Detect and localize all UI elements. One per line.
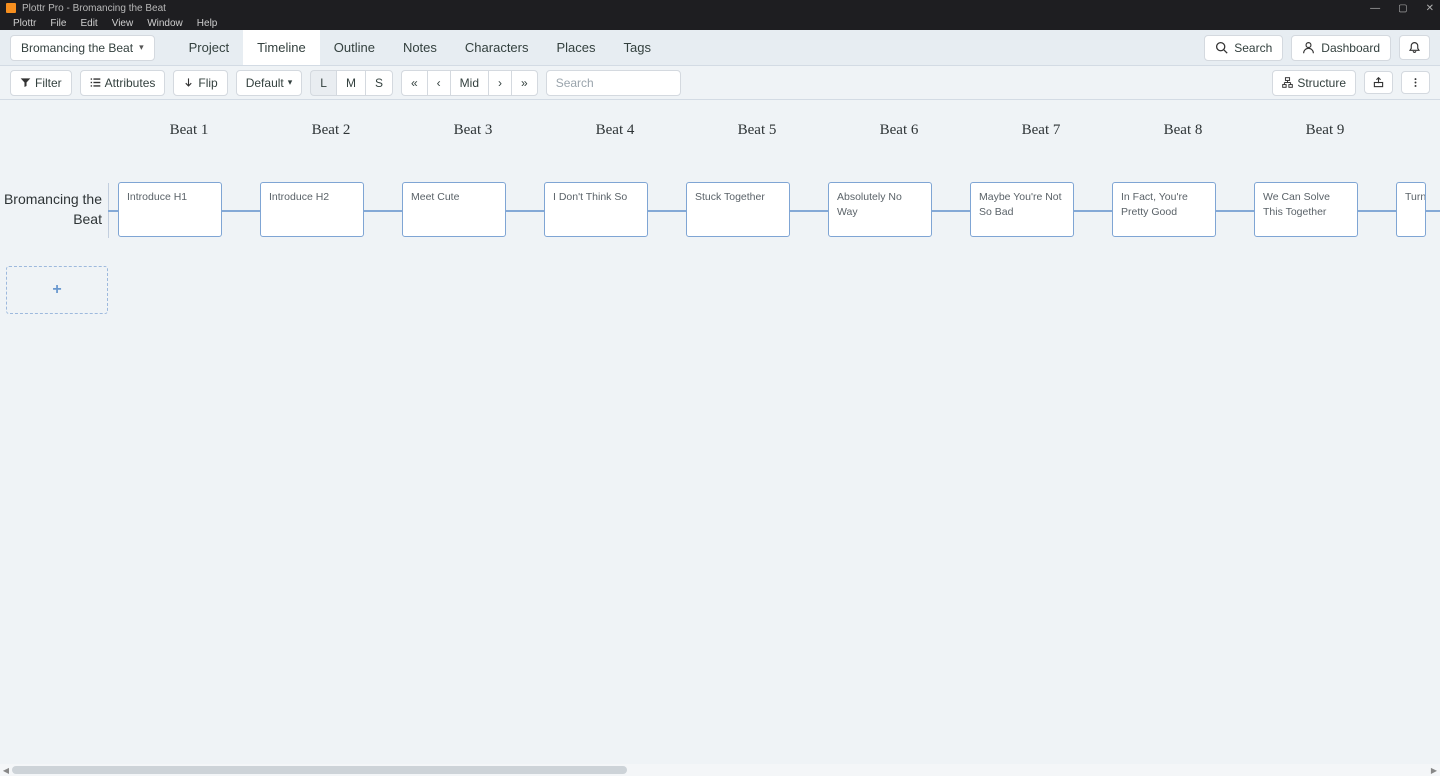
list-icon: [90, 77, 101, 88]
beat-header[interactable]: Beat 8: [1112, 122, 1254, 139]
export-button[interactable]: [1364, 71, 1393, 94]
beat-header[interactable]: Beat 3: [402, 122, 544, 139]
beat-header[interactable]: Beat 5: [686, 122, 828, 139]
beat-header[interactable]: Beat 1: [118, 122, 260, 139]
tab-notes[interactable]: Notes: [389, 30, 451, 65]
caret-down-icon: ▾: [139, 42, 144, 53]
dashboard-button-label: Dashboard: [1321, 41, 1380, 55]
zoom-large[interactable]: L: [310, 70, 336, 96]
scene-card[interactable]: Meet Cute: [402, 182, 506, 237]
tab-outline[interactable]: Outline: [320, 30, 389, 65]
timeline-toolbar: Filter Attributes Flip Default ▾ L M S «…: [0, 66, 1440, 100]
scene-card[interactable]: Introduce H1: [118, 182, 222, 237]
zoom-group: L M S: [310, 70, 393, 96]
structure-button[interactable]: Structure: [1272, 70, 1356, 96]
beat-header[interactable]: Beat 2: [260, 122, 402, 139]
scene-card[interactable]: Stuck Together: [686, 182, 790, 237]
attributes-label: Attributes: [105, 76, 156, 90]
nav-group: « ‹ Mid › »: [401, 70, 538, 96]
nav-last[interactable]: »: [511, 70, 538, 96]
nav-first[interactable]: «: [401, 70, 427, 96]
cards-row: Introduce H1 Introduce H2 Meet Cute I Do…: [118, 182, 1440, 237]
beat-header[interactable]: Beat 4: [544, 122, 686, 139]
nav-tabs: Project Timeline Outline Notes Character…: [175, 30, 665, 65]
menu-edit[interactable]: Edit: [73, 18, 104, 29]
scene-card[interactable]: Absolutely No Way: [828, 182, 932, 237]
structure-label: Structure: [1297, 76, 1346, 90]
flip-button[interactable]: Flip: [173, 70, 227, 96]
search-icon: [1215, 41, 1228, 54]
menu-view[interactable]: View: [105, 18, 141, 29]
dashboard-button[interactable]: Dashboard: [1291, 35, 1391, 61]
close-button[interactable]: ✕: [1426, 3, 1434, 14]
filter-icon: [20, 77, 31, 88]
timeline-canvas[interactable]: Beat 1 Beat 2 Beat 3 Beat 4 Beat 5 Beat …: [0, 100, 1440, 776]
menu-window[interactable]: Window: [140, 18, 190, 29]
add-plotline-button[interactable]: +: [6, 266, 108, 314]
notifications-button[interactable]: [1399, 35, 1430, 60]
scene-card[interactable]: We Can Solve This Together: [1254, 182, 1358, 237]
minimize-button[interactable]: —: [1370, 3, 1380, 14]
scroll-right-arrow[interactable]: ▶: [1428, 766, 1440, 775]
horizontal-scrollbar[interactable]: ◀ ▶: [0, 764, 1440, 776]
attributes-button[interactable]: Attributes: [80, 70, 166, 96]
scroll-thumb[interactable]: [12, 766, 627, 774]
window-title: Plottr Pro - Bromancing the Beat: [22, 3, 1370, 14]
window-titlebar: Plottr Pro - Bromancing the Beat — ▢ ✕: [0, 0, 1440, 16]
plus-icon: +: [52, 281, 61, 299]
timeline-search-input[interactable]: [546, 70, 681, 96]
primary-nav: Bromancing the Beat ▾ Project Timeline O…: [0, 30, 1440, 66]
menu-file[interactable]: File: [43, 18, 73, 29]
beat-headers: Beat 1 Beat 2 Beat 3 Beat 4 Beat 5 Beat …: [118, 122, 1396, 139]
scroll-left-arrow[interactable]: ◀: [0, 766, 12, 775]
plotline-label[interactable]: Bromancing the Beat: [0, 190, 108, 229]
caret-down-icon: ▾: [288, 77, 293, 88]
tab-tags[interactable]: Tags: [610, 30, 665, 65]
menu-plottr[interactable]: Plottr: [6, 18, 43, 29]
tab-project[interactable]: Project: [175, 30, 243, 65]
more-button[interactable]: [1401, 71, 1430, 94]
scene-card[interactable]: Introduce H2: [260, 182, 364, 237]
default-label: Default: [246, 76, 284, 90]
beat-header[interactable]: Beat 9: [1254, 122, 1396, 139]
nav-mid[interactable]: Mid: [450, 70, 488, 96]
scene-card[interactable]: Maybe You're Not So Bad: [970, 182, 1074, 237]
nav-prev[interactable]: ‹: [427, 70, 450, 96]
beat-header[interactable]: Beat 7: [970, 122, 1112, 139]
search-button-label: Search: [1234, 41, 1272, 55]
file-dropdown-label: Bromancing the Beat: [21, 41, 133, 55]
nav-next[interactable]: ›: [488, 70, 511, 96]
scene-card[interactable]: I Don't Think So: [544, 182, 648, 237]
tab-characters[interactable]: Characters: [451, 30, 543, 65]
maximize-button[interactable]: ▢: [1398, 3, 1407, 14]
zoom-medium[interactable]: M: [336, 70, 365, 96]
user-icon: [1302, 41, 1315, 54]
scene-card[interactable]: Turn: [1396, 182, 1426, 237]
app-icon: [6, 3, 16, 13]
export-icon: [1373, 77, 1384, 88]
filter-button[interactable]: Filter: [10, 70, 72, 96]
scene-card[interactable]: In Fact, You're Pretty Good: [1112, 182, 1216, 237]
flip-label: Flip: [198, 76, 217, 90]
filter-label: Filter: [35, 76, 62, 90]
search-button[interactable]: Search: [1204, 35, 1283, 61]
kebab-icon: [1410, 77, 1421, 88]
tab-places[interactable]: Places: [542, 30, 609, 65]
scroll-track[interactable]: [12, 765, 1428, 775]
menu-bar: Plottr File Edit View Window Help: [0, 16, 1440, 30]
arrow-down-icon: [183, 77, 194, 88]
structure-icon: [1282, 77, 1293, 88]
default-dropdown[interactable]: Default ▾: [236, 70, 303, 96]
file-dropdown[interactable]: Bromancing the Beat ▾: [10, 35, 155, 61]
zoom-small[interactable]: S: [365, 70, 393, 96]
tab-timeline[interactable]: Timeline: [243, 30, 320, 65]
menu-help[interactable]: Help: [190, 18, 225, 29]
bell-icon: [1408, 41, 1421, 54]
beat-header[interactable]: Beat 6: [828, 122, 970, 139]
